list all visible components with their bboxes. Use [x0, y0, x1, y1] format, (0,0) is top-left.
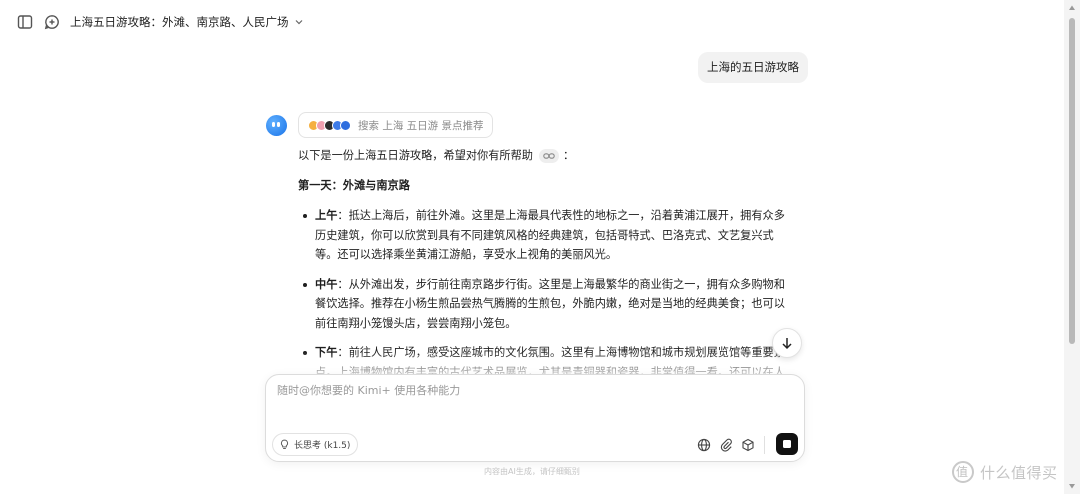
- watermark-logo: [952, 461, 974, 483]
- search-query-label: 搜索 上海 五日游 景点推荐: [358, 119, 484, 132]
- chevron-down-icon: [295, 20, 302, 25]
- stop-icon: [783, 440, 791, 448]
- list-item: 上午：抵达上海后，前往外滩。这里是上海最具代表性的地标之一，沿着黄浦江展开，拥有…: [298, 206, 794, 265]
- vertical-scrollbar[interactable]: [1064, 0, 1080, 494]
- scrollbar-thumb[interactable]: [1069, 18, 1075, 344]
- top-bar: 上海五日游攻略：外滩、南京路、人民广场: [0, 0, 1064, 44]
- new-chat-icon[interactable]: [43, 13, 61, 31]
- scroll-up-arrow-icon[interactable]: [1068, 4, 1076, 12]
- scroll-down-arrow-icon[interactable]: [1068, 482, 1076, 490]
- time-of-day-label: 上午: [315, 209, 338, 222]
- scroll-to-bottom-button[interactable]: [772, 328, 802, 358]
- stop-generation-button[interactable]: [776, 433, 798, 455]
- chat-title-dropdown[interactable]: 上海五日游攻略：外滩、南京路、人民广场: [70, 14, 305, 30]
- source-favicon-icon: [340, 119, 351, 131]
- message-composer: 长思考 (k1.5): [265, 374, 805, 462]
- list-item-text: ：抵达上海后，前往外滩。这里是上海最具代表性的地标之一，沿着黄浦江展开，拥有众多…: [315, 209, 785, 261]
- sidebar-toggle-icon[interactable]: [16, 13, 34, 31]
- list-item: 中午：从外滩出发，步行前往南京路步行街。这里是上海最繁华的商业街之一，拥有众多购…: [298, 275, 794, 334]
- citation-link-icon[interactable]: [538, 149, 559, 163]
- list-item-text: ：从外滩出发，步行前往南京路步行街。这里是上海最繁华的商业街之一，拥有众多购物和…: [315, 277, 785, 330]
- thinking-mode-toggle[interactable]: 长思考 (k1.5): [272, 433, 359, 456]
- time-of-day-label: 中午: [315, 277, 338, 291]
- arrow-down-icon: [782, 338, 792, 350]
- watermark: 什么值得买: [952, 461, 1058, 483]
- toolbar-divider: [764, 436, 765, 454]
- chat-scroll-area: 上海五日游攻略：外滩、南京路、人民广场 上海的五日游攻略 搜索 上海 五日游 景…: [0, 0, 1064, 378]
- answer-intro-suffix: ：: [562, 149, 575, 163]
- cube-icon[interactable]: [741, 438, 755, 452]
- attachment-icon[interactable]: [719, 438, 733, 452]
- search-sources-chip[interactable]: 搜索 上海 五日游 景点推荐: [298, 112, 493, 138]
- watermark-text: 什么值得买: [980, 463, 1058, 482]
- lightbulb-icon: [281, 439, 288, 449]
- message-input[interactable]: [277, 382, 787, 422]
- ai-disclaimer: 内容由AI生成，请仔细甄别: [484, 467, 580, 476]
- web-search-icon[interactable]: [697, 438, 711, 452]
- assistant-answer: 以下是一份上海五日游攻略，希望对你有所帮助 ： 第一天：外滩与南京路 上午：抵达…: [298, 146, 794, 378]
- user-message-bubble: 上海的五日游攻略: [698, 52, 808, 83]
- chat-title: 上海五日游攻略：外滩、南京路、人民广场: [70, 15, 289, 29]
- app-window: 上海五日游攻略：外滩、南京路、人民广场 上海的五日游攻略 搜索 上海 五日游 景…: [0, 0, 1080, 494]
- source-favicons: [308, 119, 351, 131]
- day-heading: 第一天：外滩与南京路: [298, 179, 410, 192]
- answer-intro-text: 以下是一份上海五日游攻略，希望对你有所帮助: [298, 149, 533, 163]
- answer-intro: 以下是一份上海五日游攻略，希望对你有所帮助 ：: [298, 146, 794, 166]
- thinking-mode-label: 长思考 (k1.5): [294, 441, 351, 451]
- kimi-avatar: [266, 115, 287, 136]
